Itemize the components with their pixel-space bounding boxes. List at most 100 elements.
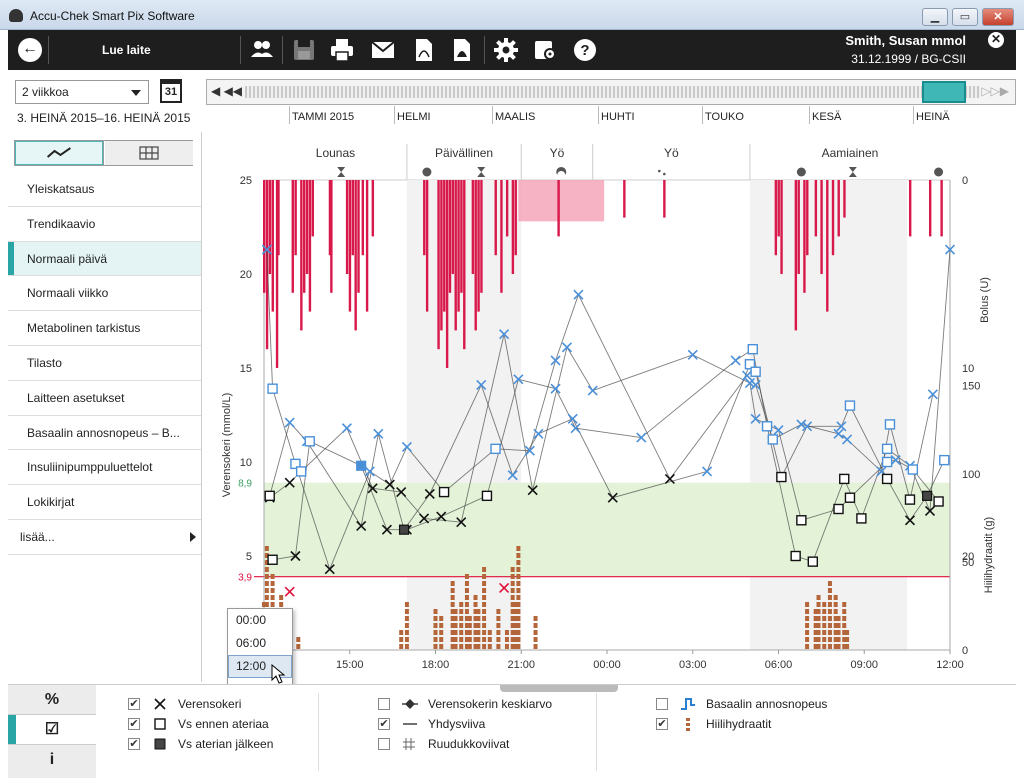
legend-item[interactable]: Ruudukkoviivat <box>378 735 588 755</box>
bg-reading-marker[interactable] <box>927 389 938 400</box>
legend-item[interactable]: ✔ Yhdysviiva <box>378 715 588 735</box>
pre-meal-marker[interactable] <box>939 454 950 466</box>
legend-checkbox[interactable] <box>656 698 668 710</box>
table-view-icon[interactable] <box>105 141 193 165</box>
bg-reading-marker[interactable] <box>561 342 573 353</box>
menu-item[interactable]: Normaali viikko <box>8 276 201 312</box>
time-option[interactable]: 00:00 <box>228 609 292 632</box>
range-dropdown[interactable]: 2 viikkoa <box>15 80 149 104</box>
pre-meal-marker[interactable] <box>907 464 919 475</box>
panel-collapse-handle[interactable] <box>500 685 618 692</box>
pre-meal-marker[interactable] <box>267 383 278 394</box>
close-patient-icon[interactable]: ✕ <box>988 32 1004 48</box>
pre-meal-marker[interactable] <box>839 473 850 485</box>
save-disk-icon[interactable] <box>291 37 317 63</box>
menu-item[interactable]: Yleiskatsaus <box>8 172 201 207</box>
pre-meal-marker[interactable] <box>844 400 856 411</box>
pre-meal-marker[interactable] <box>884 419 896 430</box>
pre-meal-marker[interactable] <box>904 494 916 505</box>
pre-meal-marker[interactable] <box>796 515 807 526</box>
info-tab[interactable]: i <box>8 745 96 775</box>
patients-icon[interactable] <box>249 37 275 63</box>
percent-tab[interactable]: % <box>8 685 96 715</box>
pdf-export-icon[interactable] <box>449 37 475 63</box>
bg-reading-marker[interactable] <box>284 586 295 597</box>
bg-reading-marker[interactable] <box>687 349 698 360</box>
legend-item[interactable]: Verensokerin keskiarvo <box>378 695 588 715</box>
bg-reading-marker[interactable] <box>341 423 352 434</box>
maximize-button[interactable]: ▭ <box>952 8 978 26</box>
bg-reading-marker[interactable] <box>550 383 561 394</box>
legend-checkbox[interactable]: ✔ <box>128 738 140 750</box>
bg-reading-marker[interactable] <box>533 428 544 439</box>
pre-meal-marker[interactable] <box>750 366 761 377</box>
pre-meal-marker[interactable] <box>881 443 893 455</box>
pre-meal-marker[interactable] <box>790 550 801 562</box>
pre-meal-marker[interactable] <box>833 503 844 515</box>
timeline-selection-handle[interactable] <box>922 81 966 103</box>
post-meal-marker[interactable] <box>922 490 933 501</box>
post-meal-marker[interactable] <box>398 524 410 535</box>
minimize-button[interactable]: ▁ <box>922 8 948 26</box>
pre-meal-marker[interactable] <box>267 554 278 565</box>
bg-reading-marker[interactable] <box>373 428 384 439</box>
pre-meal-marker[interactable] <box>490 443 501 455</box>
menu-item[interactable]: Lokikirjat <box>8 485 201 520</box>
legend-item[interactable]: ✔ Vs ennen ateriaa <box>128 715 338 735</box>
window-close-button[interactable]: ✕ <box>982 8 1014 26</box>
menu-item[interactable]: Trendikaavio <box>8 207 201 242</box>
pre-meal-marker[interactable] <box>481 490 493 502</box>
pre-meal-marker[interactable] <box>856 513 867 524</box>
legend-checkbox[interactable] <box>378 738 390 750</box>
bg-reading-marker[interactable] <box>364 466 375 477</box>
calendar-icon[interactable]: 31 <box>160 79 182 103</box>
legend-checkbox[interactable]: ✔ <box>128 718 140 730</box>
bg-reading-marker[interactable] <box>587 385 598 396</box>
timeline-forward-icon[interactable]: ▷▷▶ <box>981 84 1009 98</box>
pre-meal-marker[interactable] <box>295 466 307 477</box>
pdf-document-icon[interactable] <box>411 37 437 63</box>
timeline-scroller[interactable]: ◀ ◀◀ ▷▷▶ <box>206 79 1016 105</box>
settings-gear-icon[interactable] <box>493 37 519 63</box>
pre-meal-marker[interactable] <box>844 492 856 503</box>
menu-item[interactable]: Basaalin annosnopeus – B... <box>8 416 201 451</box>
legend-item[interactable]: ✔ Hiilihydraatit <box>656 715 866 735</box>
pre-meal-marker[interactable] <box>933 496 944 507</box>
legend-checkbox[interactable]: ✔ <box>656 718 668 730</box>
menu-item[interactable]: Metabolinen tarkistus <box>8 311 201 346</box>
menu-item[interactable]: Tilasto <box>8 346 201 381</box>
pre-meal-marker[interactable] <box>881 473 893 485</box>
pre-meal-marker[interactable] <box>304 436 315 447</box>
bg-reading-marker[interactable] <box>284 417 295 428</box>
legend-checkbox[interactable] <box>378 698 390 710</box>
pre-meal-marker[interactable] <box>881 456 893 468</box>
post-meal-marker[interactable] <box>356 460 367 471</box>
device-settings-icon[interactable] <box>532 37 558 63</box>
legend-checkbox[interactable]: ✔ <box>128 698 140 710</box>
print-icon[interactable] <box>329 37 355 63</box>
menu-item[interactable]: Normaali päivä <box>8 241 201 277</box>
pre-meal-marker[interactable] <box>438 486 450 498</box>
bg-reading-marker[interactable] <box>573 289 584 300</box>
legend-checkbox[interactable]: ✔ <box>378 718 390 730</box>
graph-view-icon[interactable] <box>15 141 104 165</box>
time-option[interactable]: 06:00 <box>228 632 292 655</box>
pre-meal-marker[interactable] <box>761 421 773 432</box>
legend-item[interactable]: ✔ Verensokeri <box>128 695 338 715</box>
bg-reading-marker[interactable] <box>701 466 713 477</box>
bg-reading-marker[interactable] <box>550 355 561 366</box>
email-envelope-icon[interactable] <box>370 37 396 63</box>
pre-meal-marker[interactable] <box>264 490 275 502</box>
pre-meal-marker[interactable] <box>776 471 787 483</box>
back-arrow-icon[interactable] <box>18 38 42 62</box>
pre-meal-marker[interactable] <box>807 556 818 567</box>
legend-item[interactable]: ✔ Vs aterian jälkeen <box>128 735 338 755</box>
menu-item[interactable]: Insuliinipumppuluettelot <box>8 450 201 486</box>
menu-more-item[interactable]: lisää... <box>8 520 201 555</box>
legend-item[interactable]: Basaalin annosnopeus <box>656 695 866 715</box>
timeline-back-icon[interactable]: ◀ ◀◀ <box>211 84 242 98</box>
menu-item[interactable]: Laitteen asetukset <box>8 381 201 416</box>
bg-reading-marker[interactable] <box>730 355 741 366</box>
help-icon[interactable]: ? <box>572 37 598 63</box>
read-device-button[interactable]: Lue laite <box>102 43 151 57</box>
